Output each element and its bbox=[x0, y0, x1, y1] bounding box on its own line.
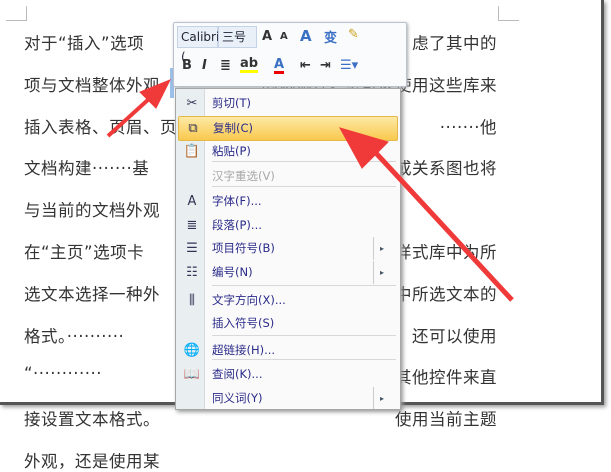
page-corner-mark bbox=[6, 6, 27, 21]
document-line-left: 选文本选择一种外 bbox=[24, 284, 160, 304]
menu-item-label: 查阅(K)... bbox=[212, 367, 263, 381]
menu-separator bbox=[212, 335, 396, 336]
document-line-left: 接设置文本格式。 bbox=[24, 410, 160, 430]
document-line-left: 格式。·········· bbox=[24, 326, 125, 346]
menu-item-label: 插入符号(S) bbox=[212, 316, 275, 330]
italic-button[interactable]: I bbox=[202, 58, 207, 73]
highlight-button[interactable]: ab bbox=[240, 57, 259, 73]
menu-item-label: 段落(P)... bbox=[212, 218, 262, 232]
menu-item-font[interactable]: A 字体(F)... bbox=[178, 190, 396, 213]
menu-item-item9[interactable]: 插入符号(S) bbox=[178, 312, 396, 335]
bullets-button[interactable]: ☰▾ bbox=[340, 58, 358, 73]
document-line-right: 使用当前主题 bbox=[395, 410, 497, 430]
document-line-right: 或关系图也将 bbox=[395, 159, 497, 179]
document-line-left: 在“主页”选项卡 bbox=[24, 243, 145, 262]
paste-icon: 📋 bbox=[183, 144, 201, 159]
bullets-icon: ☰ bbox=[186, 241, 198, 256]
phonetic-guide-button[interactable]: 变 bbox=[324, 27, 337, 46]
menu-item-copy[interactable]: ⧉ 复制(C) bbox=[178, 116, 398, 141]
font-color-button[interactable]: A bbox=[274, 58, 285, 74]
menu-item-label: 复制(C) bbox=[213, 121, 254, 135]
submenu-arrow-icon: ▸ bbox=[372, 261, 384, 284]
menu-item-label: 粘贴(P) bbox=[212, 144, 251, 158]
hyperlink-icon: 🌐 bbox=[183, 343, 201, 358]
document-line-right: ·······他 bbox=[439, 117, 497, 137]
scissors-icon: ✂ bbox=[186, 96, 198, 111]
menu-item-text-direction[interactable]: ⫼ 文字方向(X)... bbox=[178, 289, 396, 312]
document-line-left: “············ bbox=[24, 364, 102, 384]
paragraph-icon: ≣ bbox=[186, 218, 198, 233]
menu-item-label: 字体(F)... bbox=[212, 194, 262, 208]
text-direction-icon: ⫼ bbox=[189, 293, 195, 308]
document-line-left: 插入表格、页眉、页 bbox=[24, 117, 177, 137]
increase-indent-button[interactable]: ⇥ bbox=[320, 58, 331, 73]
document-line-right: 中所选文本的 bbox=[395, 284, 497, 304]
document-line-right: 虑了其中的 bbox=[412, 34, 497, 53]
menu-separator bbox=[212, 359, 396, 360]
numbering-icon: ☷ bbox=[186, 265, 198, 280]
menu-item-lookup[interactable]: 📖 查阅(K)... bbox=[178, 363, 396, 386]
lookup-icon: 📖 bbox=[183, 367, 201, 382]
font-icon: A bbox=[187, 194, 197, 209]
menu-item-numbering[interactable]: ☷ 编号(N) ▸ bbox=[178, 261, 396, 284]
menu-item-label: 文字方向(X)... bbox=[212, 293, 286, 307]
menu-item-label: 汉字重选(V) bbox=[212, 169, 275, 183]
menu-item-label: 同义词(Y) bbox=[212, 391, 263, 405]
menu-item-item12[interactable]: 同义词(Y) ▸ bbox=[178, 387, 396, 409]
shrink-font-button[interactable]: A bbox=[280, 31, 288, 42]
decrease-indent-button[interactable]: ⇤ bbox=[300, 58, 311, 73]
document-line-left: 项与文档整体外观 bbox=[24, 75, 160, 95]
menu-item-label: 剪切(T) bbox=[212, 96, 251, 110]
document-line-left: 外观，还是使用某 bbox=[24, 452, 160, 471]
menu-item-item3: 汉字重选(V) bbox=[178, 165, 396, 188]
menu-item-scissors[interactable]: ✂ 剪切(T) bbox=[178, 92, 396, 115]
submenu-arrow-icon: ▸ bbox=[372, 237, 384, 260]
menu-separator bbox=[212, 285, 396, 286]
menu-separator bbox=[212, 186, 396, 187]
document-line-right: 其他控件来直 bbox=[395, 368, 497, 388]
format-painter-icon[interactable]: ✎ bbox=[348, 27, 359, 42]
font-name-select[interactable]: Calibri ( bbox=[177, 26, 219, 64]
bold-button[interactable]: B bbox=[182, 58, 192, 73]
document-line-right: 还可以使用 bbox=[412, 326, 497, 346]
document-line-left: 文档构建·······基 bbox=[24, 159, 150, 179]
font-size-select[interactable]: 三号 bbox=[218, 26, 257, 48]
menu-item-bullets[interactable]: ☰ 项目符号(B) ▸ bbox=[178, 237, 396, 260]
document-line-left: 对于“插入”选项 bbox=[24, 34, 145, 53]
submenu-arrow-icon: ▸ bbox=[372, 387, 384, 409]
copy-icon: ⧉ bbox=[188, 121, 198, 136]
page-corner-mark bbox=[498, 6, 519, 21]
menu-item-paste[interactable]: 📋 粘贴(P) bbox=[178, 140, 396, 163]
text-effects-button[interactable]: A bbox=[300, 27, 312, 45]
document-line-right: 样式库中为所 bbox=[395, 243, 497, 262]
center-align-button[interactable]: ≣ bbox=[220, 58, 231, 73]
menu-item-paragraph[interactable]: ≣ 段落(P)... bbox=[178, 214, 396, 237]
document-line-left: 与当前的文档外观 bbox=[24, 201, 160, 221]
menu-item-label: 项目符号(B) bbox=[212, 241, 275, 255]
menu-separator bbox=[212, 161, 396, 162]
context-menu: ✂ 剪切(T) ⧉ 复制(C) 📋 粘贴(P) 汉字重选(V) A 字体(F)... ≣ 段落(P)… bbox=[175, 88, 401, 410]
grow-font-button[interactable]: A bbox=[262, 29, 272, 44]
mini-toolbar: Calibri ( 三号 A A A 变 ✎ B I ≣ ab A ⇤ ⇥ ☰▾ bbox=[173, 22, 407, 87]
menu-item-label: 编号(N) bbox=[212, 265, 253, 279]
